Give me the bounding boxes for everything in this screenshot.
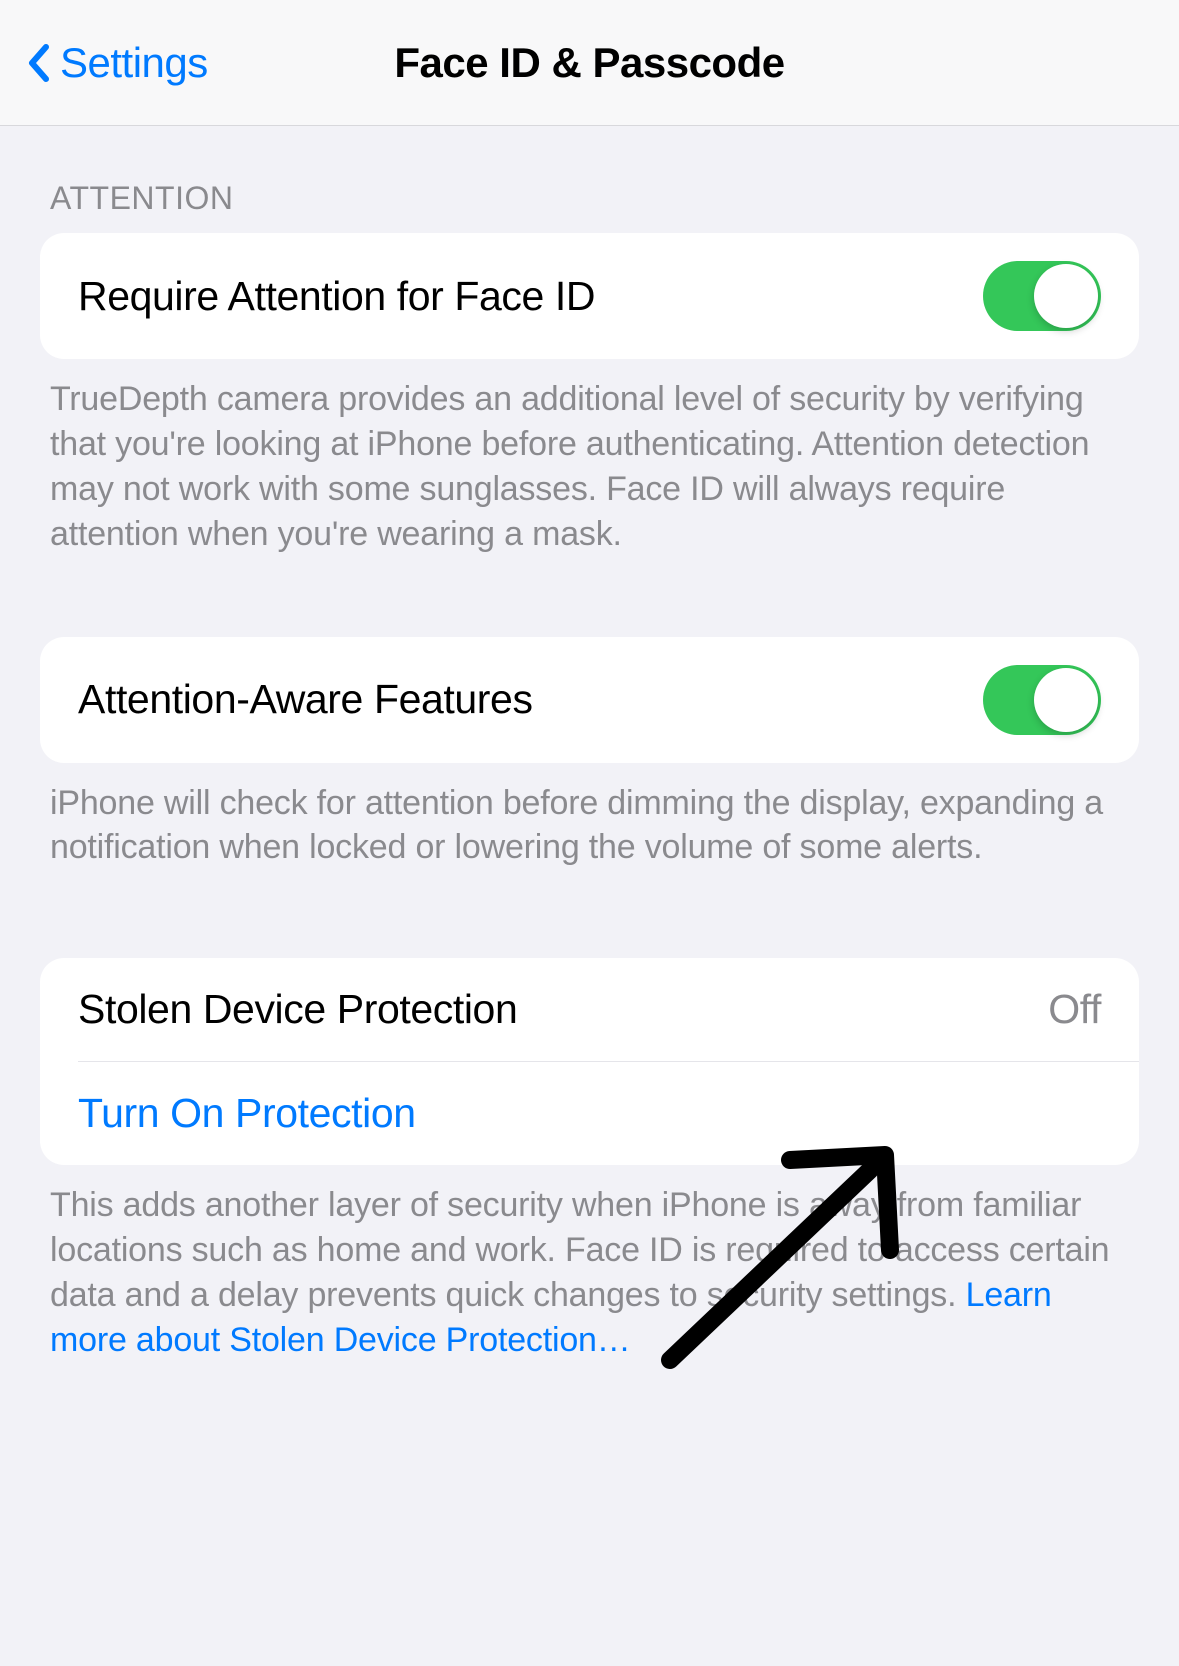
toggle-attention-aware[interactable] [983, 665, 1101, 735]
row-require-attention: Require Attention for Face ID [40, 233, 1139, 359]
chevron-left-icon [24, 41, 52, 85]
row-label-require-attention: Require Attention for Face ID [78, 273, 595, 320]
row-label-turn-on-protection: Turn On Protection [78, 1090, 416, 1137]
row-group-require-attention: Require Attention for Face ID [40, 233, 1139, 359]
row-turn-on-protection[interactable]: Turn On Protection [40, 1062, 1139, 1165]
row-group-attention-aware: Attention-Aware Features [40, 637, 1139, 763]
navigation-bar: Settings Face ID & Passcode [0, 0, 1179, 126]
toggle-knob [1034, 668, 1098, 732]
footer-attention-aware: iPhone will check for attention before d… [0, 763, 1179, 871]
footer-stolen-device: This adds another layer of security when… [0, 1165, 1179, 1363]
row-value-stolen-device: Off [1048, 986, 1101, 1033]
toggle-knob [1034, 264, 1098, 328]
toggle-require-attention[interactable] [983, 261, 1101, 331]
back-button[interactable]: Settings [24, 39, 208, 87]
footer-stolen-device-text: This adds another layer of security when… [50, 1186, 1109, 1314]
back-label: Settings [60, 39, 208, 87]
row-label-stolen-device: Stolen Device Protection [78, 986, 517, 1033]
row-group-stolen-device: Stolen Device Protection Off Turn On Pro… [40, 958, 1139, 1165]
page-title: Face ID & Passcode [394, 39, 784, 87]
section-header-attention: ATTENTION [0, 126, 1179, 233]
row-stolen-device-status[interactable]: Stolen Device Protection Off [40, 958, 1139, 1061]
row-attention-aware: Attention-Aware Features [40, 637, 1139, 763]
row-label-attention-aware: Attention-Aware Features [78, 676, 533, 723]
footer-require-attention: TrueDepth camera provides an additional … [0, 359, 1179, 557]
